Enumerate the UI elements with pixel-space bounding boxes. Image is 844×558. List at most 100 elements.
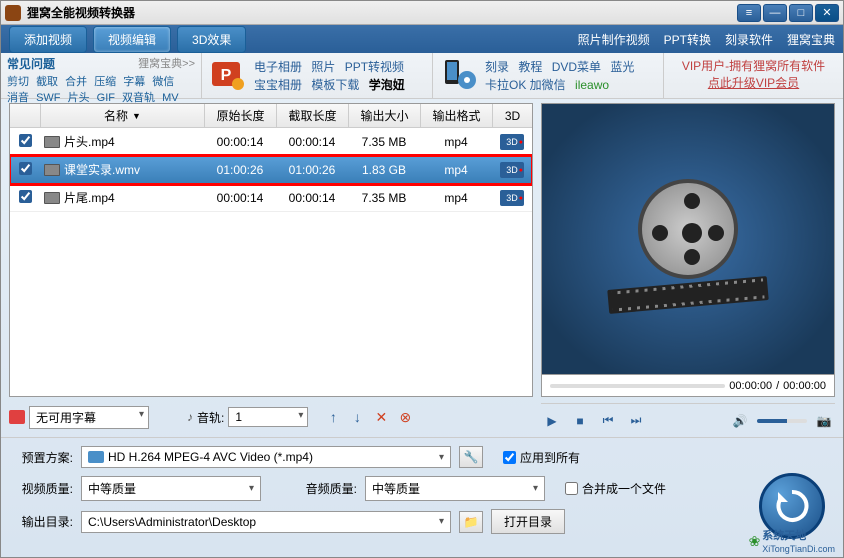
col-output-size[interactable]: 输出大小 [348, 104, 420, 127]
svg-text:P: P [221, 67, 232, 84]
video-file-icon [44, 136, 60, 148]
play-button[interactable]: ▶ [541, 410, 563, 432]
file-checkbox[interactable] [19, 190, 32, 203]
file-orig-length: 01:00:26 [204, 163, 276, 177]
burn-software-link[interactable]: 刻录软件 [725, 31, 773, 48]
audio-quality-select[interactable]: 中等质量 [365, 476, 545, 501]
file-size: 7.35 MB [348, 135, 420, 149]
col-output-format[interactable]: 输出格式 [420, 104, 492, 127]
faq-tag[interactable]: 剪切 [7, 76, 29, 88]
promo-link[interactable]: DVD菜单 [552, 60, 601, 74]
settings-icon[interactable]: ≡ [737, 4, 761, 22]
3d-badge[interactable]: 3D [500, 190, 524, 206]
file-name: 片头.mp4 [64, 133, 115, 150]
current-time: 00:00:00 [729, 380, 772, 392]
film-reel-icon [628, 179, 748, 299]
faq-more-link[interactable]: 狸窝宝典>> [138, 55, 195, 72]
col-3d[interactable]: 3D [492, 104, 532, 127]
audio-quality-label: 音频质量: [297, 480, 357, 497]
add-video-tab[interactable]: 添加视频 [9, 26, 87, 53]
promo-link[interactable]: 学泡妞 [369, 78, 405, 92]
video-edit-tab[interactable]: 视频编辑 [93, 26, 171, 53]
faq-tag[interactable]: 截取 [36, 76, 58, 88]
file-format: mp4 [420, 163, 492, 177]
file-checkbox[interactable] [19, 162, 32, 175]
video-quality-select[interactable]: 中等质量 [81, 476, 261, 501]
move-down-button[interactable]: ↓ [348, 408, 366, 426]
preset-select[interactable]: HD H.264 MPEG-4 AVC Video (*.mp4) [81, 446, 451, 468]
video-quality-label: 视频质量: [13, 480, 73, 497]
promo-link[interactable]: 教程 [518, 60, 542, 74]
promo-link[interactable]: 电子相册 [254, 60, 302, 74]
total-time: 00:00:00 [783, 380, 826, 392]
close-button[interactable]: ✕ [815, 4, 839, 22]
seek-bar[interactable] [550, 384, 725, 388]
promo-link[interactable]: 蓝光 [610, 60, 634, 74]
faq-tag[interactable]: 合并 [65, 76, 87, 88]
output-dir-input[interactable]: C:\Users\Administrator\Desktop [81, 511, 451, 533]
file-checkbox[interactable] [19, 134, 32, 147]
file-name: 片尾.mp4 [64, 189, 115, 206]
file-cut-length: 00:00:14 [276, 191, 348, 205]
snapshot-button[interactable]: 📷 [813, 410, 835, 432]
video-file-icon [44, 192, 60, 204]
preset-label: 预置方案: [13, 449, 73, 466]
3d-badge[interactable]: 3D [500, 134, 524, 150]
file-list-panel: 名称▼ 原始长度 截取长度 输出大小 输出格式 3D 片头.mp4 00:00:1… [9, 103, 533, 397]
file-cut-length: 01:00:26 [276, 163, 348, 177]
vip-upgrade-link[interactable]: 点此升级VIP会员 [672, 74, 835, 91]
promo-link[interactable]: 模板下载 [311, 78, 359, 92]
file-size: 1.83 GB [348, 163, 420, 177]
watermark: ❀ 系统天地XiTongTianDi.com [749, 527, 835, 555]
faq-title: 常见问题 [7, 55, 55, 72]
file-format: mp4 [420, 191, 492, 205]
audio-track-select[interactable]: 1 [228, 407, 308, 427]
promo-link[interactable]: 宝宝相册 [254, 78, 302, 92]
apply-all-checkbox[interactable]: 应用到所有 [503, 449, 580, 466]
col-cut-length[interactable]: 截取长度 [276, 104, 348, 127]
volume-slider[interactable] [757, 419, 807, 423]
clear-button[interactable]: ⊗ [396, 408, 414, 426]
browse-button[interactable]: 📁 [459, 511, 483, 533]
photo-video-link[interactable]: 照片制作视频 [578, 31, 650, 48]
window-title: 狸窝全能视频转换器 [27, 4, 737, 21]
next-button[interactable]: ⏭ [625, 410, 647, 432]
stop-button[interactable]: ■ [569, 410, 591, 432]
minimize-button[interactable]: — [763, 4, 787, 22]
promo-link[interactable]: 刻录 [485, 60, 509, 74]
app-icon [5, 5, 21, 21]
open-dir-button[interactable]: 打开目录 [491, 509, 565, 534]
file-row[interactable]: 片尾.mp400:00:1400:00:147.35 MBmp43D [10, 184, 532, 212]
guide-link[interactable]: 狸窝宝典 [787, 31, 835, 48]
3d-effect-tab[interactable]: 3D效果 [177, 26, 246, 53]
faq-tag[interactable]: 微信 [152, 76, 174, 88]
file-cut-length: 00:00:14 [276, 135, 348, 149]
subtitle-select[interactable]: 无可用字幕 [29, 406, 149, 429]
promo-link[interactable]: PPT转视频 [345, 60, 404, 74]
move-up-button[interactable]: ↑ [324, 408, 342, 426]
prev-button[interactable]: ⏮ [597, 410, 619, 432]
merge-checkbox[interactable]: 合并成一个文件 [565, 480, 666, 497]
ppt-convert-link[interactable]: PPT转换 [664, 31, 711, 48]
faq-tag[interactable]: 压缩 [94, 76, 116, 88]
phone-disc-icon [441, 58, 477, 94]
faq-tag[interactable]: 字幕 [123, 76, 145, 88]
promo-link[interactable]: 照片 [311, 60, 335, 74]
remove-button[interactable]: ✕ [372, 408, 390, 426]
subtitle-icon [9, 410, 25, 424]
video-file-icon [44, 164, 60, 176]
col-name[interactable]: 名称▼ [40, 104, 204, 127]
preview-screen [541, 103, 835, 375]
file-row[interactable]: 课堂实录.wmv01:00:2601:00:261.83 GBmp43D [10, 156, 532, 184]
preset-settings-button[interactable]: 🔧 [459, 446, 483, 468]
col-original-length[interactable]: 原始长度 [204, 104, 276, 127]
file-name: 课堂实录.wmv [64, 161, 140, 178]
volume-icon[interactable]: 🔊 [729, 410, 751, 432]
maximize-button[interactable]: □ [789, 4, 813, 22]
file-orig-length: 00:00:14 [204, 135, 276, 149]
3d-badge[interactable]: 3D [500, 162, 524, 178]
wechat-id[interactable]: ileawo [575, 78, 609, 92]
promo-text: 卡拉OK 加微信 [485, 78, 566, 92]
audio-label: 音轨: [197, 409, 224, 426]
file-row[interactable]: 片头.mp400:00:1400:00:147.35 MBmp43D [10, 128, 532, 156]
